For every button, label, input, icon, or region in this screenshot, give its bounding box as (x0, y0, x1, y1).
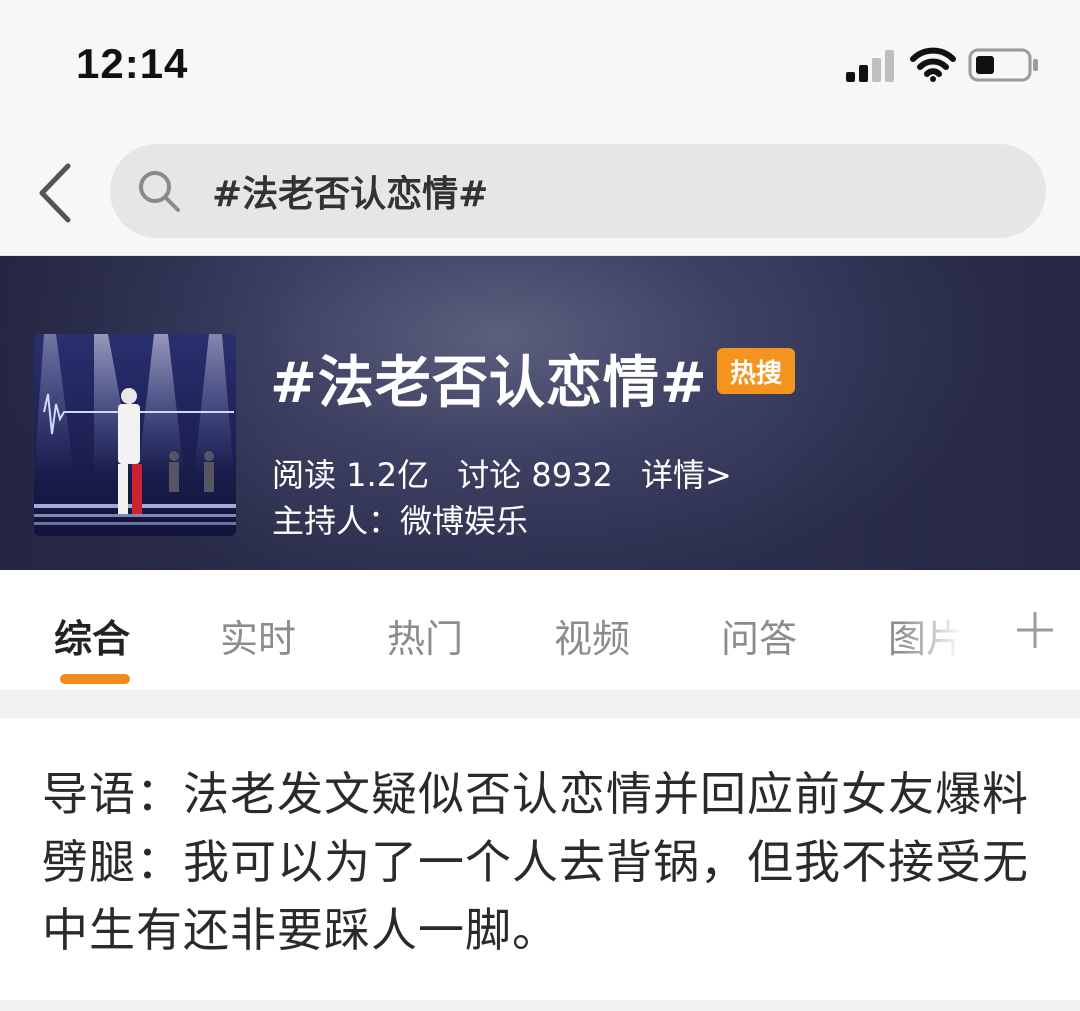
topic-cover-image (34, 334, 236, 536)
search-box[interactable]: #法老否认恋情# (110, 144, 1046, 238)
tab-comprehensive[interactable]: 综合 (54, 608, 130, 663)
tab-realtime[interactable]: 实时 (220, 608, 296, 663)
tab-qa[interactable]: 问答 (721, 608, 797, 663)
cellular-signal-icon (846, 50, 894, 82)
tab-video[interactable]: 视频 (554, 608, 630, 663)
plus-icon (1017, 612, 1053, 648)
status-bar: 12:14 (0, 0, 1080, 128)
topic-title: #法老否认恋情# (270, 351, 708, 416)
discussion-count: 讨论 8932 (457, 456, 613, 494)
topic-banner: #法老否认恋情# 热搜 阅读 1.2亿 讨论 8932 详情> 主持人：微博娱乐 (0, 256, 1080, 570)
bottom-divider (0, 1000, 1080, 1011)
search-icon (139, 171, 180, 212)
back-button[interactable] (28, 158, 80, 228)
read-count: 阅读 1.2亿 (272, 456, 430, 494)
section-divider (0, 690, 1080, 718)
intro-card: 导语：法老发文疑似否认恋情并回应前女友爆料劈腿：我可以为了一个人去背锅，但我不接… (0, 718, 1080, 1000)
tab-hot[interactable]: 热门 (387, 608, 463, 663)
active-tab-indicator (60, 674, 130, 684)
battery-icon (968, 48, 1038, 82)
search-input[interactable]: #法老否认恋情# (212, 165, 972, 217)
wifi-icon (910, 47, 956, 82)
status-time: 12:14 (76, 40, 189, 87)
topic-stats: 阅读 1.2亿 讨论 8932 详情> (272, 450, 750, 496)
topic-host: 主持人：微博娱乐 (272, 502, 529, 540)
tab-bar: 综合 实时 热门 视频 问答 图片 (0, 570, 1080, 690)
more-tabs-button[interactable] (990, 570, 1080, 690)
intro-text: 导语：法老发文疑似否认恋情并回应前女友爆料劈腿：我可以为了一个人去背锅，但我不接… (42, 767, 1029, 957)
tab-fade-overlay (900, 570, 990, 690)
chevron-left-icon (39, 163, 71, 223)
hot-search-badge: 热搜 (717, 348, 795, 394)
details-link[interactable]: 详情> (641, 456, 732, 494)
search-header: #法老否认恋情# (0, 128, 1080, 256)
